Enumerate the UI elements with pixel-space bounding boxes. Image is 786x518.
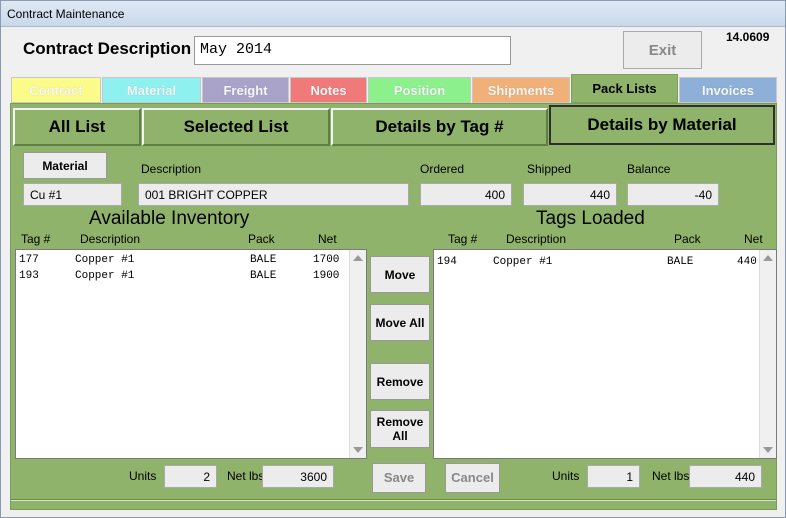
tab-contract[interactable]: Contract [11,77,101,103]
scroll-down-icon[interactable] [763,447,773,453]
subtab-all-list[interactable]: All List [13,108,141,146]
version-label: 14.0609 [726,30,770,44]
available-netlbs-field: 3600 [262,465,334,488]
row-description: Copper #1 [75,254,135,266]
scroll-down-icon[interactable] [353,447,363,453]
row-pack: BALE [250,270,277,282]
subtab-details-by-material[interactable]: Details by Material [549,105,775,145]
row-net: 1900 [313,270,340,282]
table-row[interactable]: 193 Copper #1 BALE 1900 [16,270,346,285]
row-pack: BALE [667,256,694,268]
tab-material[interactable]: Material [102,77,201,103]
available-col-description: Description [80,232,141,246]
loaded-col-pack: Pack [674,232,701,246]
material-description-field: 001 BRIGHT COPPER [138,183,409,206]
loaded-netlbs-field: 440 [689,465,762,488]
loaded-col-net: Net [744,232,763,246]
subtab-selected-list[interactable]: Selected List [142,108,330,146]
scroll-up-icon[interactable] [763,255,773,261]
available-col-net: Net [318,232,337,246]
move-all-button[interactable]: Move All [370,304,430,341]
available-units-field: 2 [164,465,217,488]
shipped-label: Shipped [527,162,572,176]
table-row[interactable]: 177 Copper #1 BALE 1700 [16,254,346,269]
contract-description-label: Contract Description [23,39,192,58]
loaded-col-description: Description [506,232,567,246]
cancel-button[interactable]: Cancel [445,463,500,493]
available-inventory-title: Available Inventory [89,208,250,229]
tags-loaded-list[interactable]: 194 Copper #1 BALE 440 [433,249,777,459]
tab-invoices[interactable]: Invoices [679,77,777,103]
tab-position[interactable]: Position [368,77,471,103]
loaded-scrollbar[interactable] [759,250,776,458]
remove-button[interactable]: Remove [370,363,430,400]
panel-bottom-divider [11,499,776,501]
material-code-field[interactable]: Cu #1 [23,183,122,206]
tab-notes[interactable]: Notes [290,77,367,103]
contract-maintenance-window: Contract Maintenance Contract Descriptio… [0,0,786,518]
description-label: Description [141,162,202,176]
remove-all-line1: Remove [376,415,424,429]
row-net: 1700 [313,254,340,266]
material-button[interactable]: Material [23,152,107,179]
scroll-up-icon[interactable] [353,255,363,261]
exit-button[interactable]: Exit [623,31,702,69]
row-tag: 194 [437,256,457,268]
tab-shipments[interactable]: Shipments [472,77,570,103]
row-net: 440 [737,256,757,268]
ordered-label: Ordered [420,162,465,176]
available-netlbs-label: Net lbs [227,469,265,483]
available-inventory-list[interactable]: 177 Copper #1 BALE 1700 193 Copper #1 BA… [15,249,367,459]
available-scrollbar[interactable] [349,250,366,458]
shipped-field: 440 [523,183,617,206]
row-description: Copper #1 [493,256,553,268]
pack-lists-panel: All List Selected List Details by Tag # … [10,103,777,510]
row-pack: BALE [250,254,277,266]
ordered-field: 400 [420,183,512,206]
available-col-tag: Tag # [21,232,51,246]
contract-description-input[interactable]: May 2014 [194,36,511,65]
loaded-units-field: 1 [587,465,640,488]
move-button[interactable]: Move [370,256,430,293]
tab-pack-lists[interactable]: Pack Lists [571,74,678,103]
balance-field: -40 [627,183,719,206]
balance-label: Balance [627,162,671,176]
available-units-label: Units [129,469,157,483]
loaded-col-tag: Tag # [448,232,478,246]
save-button[interactable]: Save [372,463,426,493]
row-tag: 177 [19,254,39,266]
tags-loaded-title: Tags Loaded [536,208,645,229]
available-col-pack: Pack [248,232,275,246]
loaded-netlbs-label: Net lbs [652,469,690,483]
window-title: Contract Maintenance [1,1,785,27]
loaded-units-label: Units [552,469,580,483]
tab-freight[interactable]: Freight [202,77,289,103]
remove-all-button[interactable]: Remove All [370,410,430,448]
row-description: Copper #1 [75,270,135,282]
subtab-details-by-tag[interactable]: Details by Tag # [331,108,548,146]
remove-all-line2: All [392,429,408,443]
row-tag: 193 [19,270,39,282]
table-row[interactable]: 194 Copper #1 BALE 440 [434,256,764,271]
